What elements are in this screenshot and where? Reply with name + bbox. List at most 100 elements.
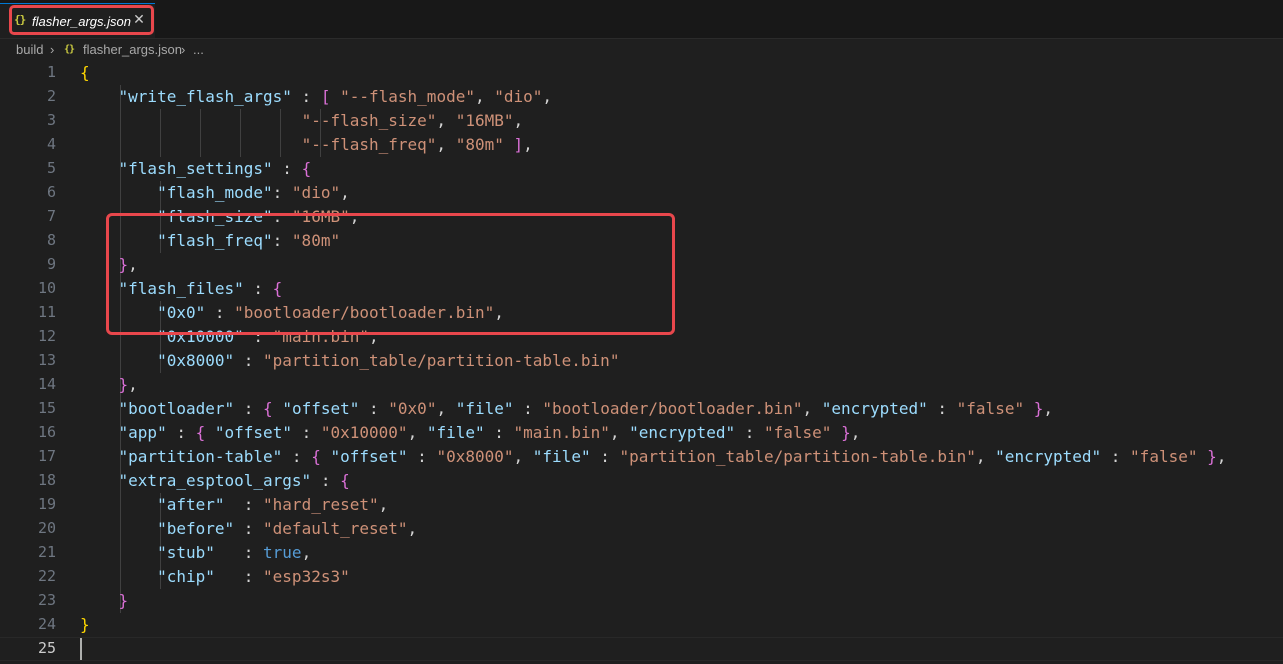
line-number: 8	[46, 231, 56, 249]
code-line: 14 },	[0, 373, 1283, 397]
json-string: "0x8000"	[436, 447, 514, 466]
breadcrumb-separator: ›	[181, 42, 186, 57]
json-key: "offset"	[330, 447, 408, 466]
json-string: "bootloader/bootloader.bin"	[542, 399, 803, 418]
line-number: 13	[37, 351, 56, 369]
json-key: "0x0"	[157, 303, 206, 322]
line-number: 7	[46, 207, 56, 225]
json-key: "partition-table"	[118, 447, 283, 466]
json-key: "flash_mode"	[157, 183, 273, 202]
line-number: 15	[37, 399, 56, 417]
json-key: "write_flash_args"	[118, 87, 292, 106]
line-number: 17	[37, 447, 56, 465]
code-line: 4 "--flash_freq", "80m" ],	[0, 133, 1283, 157]
json-key: "chip"	[157, 567, 215, 586]
json-key: "0x10000"	[157, 327, 244, 346]
line-number: 12	[37, 327, 56, 345]
code-line: 10 "flash_files" : {	[0, 277, 1283, 301]
code-line: 19 "after" : "hard_reset",	[0, 493, 1283, 517]
code-line: 17 "partition-table" : { "offset" : "0x8…	[0, 445, 1283, 469]
code-line: 24 }	[0, 613, 1283, 637]
line-number: 5	[46, 159, 56, 177]
json-string: "default_reset"	[263, 519, 408, 538]
code-line: 2 "write_flash_args" : [ "--flash_mode",…	[0, 85, 1283, 109]
json-string: "false"	[1130, 447, 1198, 466]
code-line: 5 "flash_settings" : {	[0, 157, 1283, 181]
json-string: "main.bin"	[272, 327, 369, 346]
json-key: "file"	[532, 447, 591, 466]
json-key: "encrypted"	[821, 399, 928, 418]
tab-flasher-args-json[interactable]: {} flasher_args.json ✕	[0, 3, 155, 38]
code-line: 3 "--flash_size", "16MB",	[0, 109, 1283, 133]
json-key: "encrypted"	[995, 447, 1102, 466]
line-number: 22	[37, 567, 56, 585]
close-icon[interactable]: ✕	[132, 12, 146, 26]
code-line: 12 "0x10000" : "main.bin",	[0, 325, 1283, 349]
line-number: 1	[46, 63, 56, 81]
json-string: "80m"	[291, 231, 341, 250]
json-key: "offset"	[282, 399, 360, 418]
line-number: 10	[37, 279, 56, 297]
line-number: 24	[37, 615, 56, 633]
breadcrumb-file[interactable]: flasher_args.json	[83, 42, 182, 57]
line-number: 21	[37, 543, 56, 561]
json-string: "false"	[764, 423, 832, 442]
json-key: "stub"	[157, 543, 215, 562]
line-number: 25	[37, 639, 56, 657]
json-key: "file"	[426, 423, 485, 442]
json-braces-icon: {}	[64, 44, 75, 55]
json-string: "--flash_size"	[301, 111, 437, 130]
json-key: "bootloader"	[118, 399, 235, 418]
json-key: "flash_files"	[118, 279, 244, 298]
json-string: "dio"	[291, 183, 341, 202]
code-editor[interactable]: 1 { 2 "write_flash_args" : [ "--flash_mo…	[0, 61, 1283, 664]
breadcrumb-separator: ›	[50, 42, 55, 57]
code-line: 23 }	[0, 589, 1283, 613]
json-string: "partition_table/partition-table.bin"	[263, 351, 620, 370]
json-string: "0x10000"	[320, 423, 408, 442]
code-line: 21 "stub" : true,	[0, 541, 1283, 565]
json-braces-icon: {}	[14, 13, 26, 26]
json-key: "extra_esptool_args"	[118, 471, 312, 490]
line-number: 18	[37, 471, 56, 489]
json-string: "dio"	[494, 87, 543, 106]
json-string: "16MB"	[291, 207, 350, 226]
code-line: 11 "0x0" : "bootloader/bootloader.bin",	[0, 301, 1283, 325]
line-number: 3	[46, 111, 56, 129]
json-string: "partition_table/partition-table.bin"	[619, 447, 976, 466]
code-line: 13 "0x8000" : "partition_table/partition…	[0, 349, 1283, 373]
json-string: "0x0"	[388, 399, 437, 418]
code-line: 22 "chip" : "esp32s3"	[0, 565, 1283, 589]
json-key: "flash_freq"	[157, 231, 273, 250]
tab-label: flasher_args.json	[32, 14, 131, 29]
json-string: "false"	[956, 399, 1025, 418]
line-number: 14	[37, 375, 56, 393]
text-cursor	[80, 638, 82, 660]
json-string: "esp32s3"	[263, 567, 350, 586]
json-key: "before"	[157, 519, 235, 538]
line-number: 16	[37, 423, 56, 441]
breadcrumb-more[interactable]: ...	[193, 42, 204, 57]
line-number: 20	[37, 519, 56, 537]
code-line: 25	[0, 637, 1283, 661]
code-line: 18 "extra_esptool_args" : {	[0, 469, 1283, 493]
json-string: "--flash_freq"	[301, 135, 437, 154]
code-line: 8 "flash_freq": "80m"	[0, 229, 1283, 253]
json-string: "main.bin"	[513, 423, 610, 442]
json-string: "80m"	[455, 135, 504, 154]
json-string: "16MB"	[455, 111, 514, 130]
breadcrumb-folder[interactable]: build	[16, 42, 43, 57]
line-number: 4	[46, 135, 56, 153]
json-boolean: true	[263, 543, 302, 562]
json-key: "encrypted"	[629, 423, 736, 442]
code-line: 20 "before" : "default_reset",	[0, 517, 1283, 541]
json-key: "flash_settings"	[118, 159, 273, 178]
line-number: 2	[46, 87, 56, 105]
json-key: "app"	[118, 423, 167, 442]
line-number: 6	[46, 183, 56, 201]
code-line: 6 "flash_mode": "dio",	[0, 181, 1283, 205]
code-line: 1 {	[0, 61, 1283, 85]
json-key: "flash_size"	[157, 207, 273, 226]
line-number: 9	[46, 255, 56, 273]
json-key: "file"	[455, 399, 514, 418]
